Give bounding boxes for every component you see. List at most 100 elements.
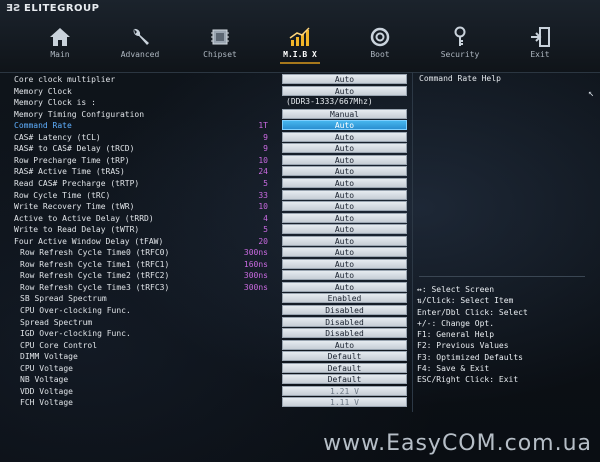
setting-value-box[interactable]: Auto	[282, 247, 407, 258]
setting-value-box[interactable]: Auto	[282, 189, 407, 200]
tab-boot[interactable]: Boot	[340, 22, 420, 66]
setting-label: Row Refresh Cycle Time0 (tRFC0)	[20, 248, 170, 258]
setting-value-box[interactable]: Auto	[282, 270, 407, 281]
setting-value-box[interactable]: Auto	[282, 120, 407, 131]
setting-value-box[interactable]: Enabled	[282, 293, 407, 304]
power-icon	[370, 27, 390, 47]
setting-current-value: 9	[263, 144, 268, 154]
key-hint: ESC/Right Click: Exit	[417, 375, 519, 385]
setting-value-box[interactable]: 1.11 V	[282, 397, 407, 408]
setting-value-box[interactable]: Auto	[282, 154, 407, 165]
setting-current-value: 300ns	[243, 271, 268, 281]
setting-value-box[interactable]: Auto	[282, 74, 407, 84]
setting-row[interactable]: Active to Active Delay (tRRD) 4 Auto	[10, 212, 408, 224]
setting-row[interactable]: Spread Spectrum Disabled	[10, 316, 408, 328]
setting-row[interactable]: FCH Voltage 1.11 V	[10, 397, 408, 408]
setting-label: Row Precharge Time (tRP)	[14, 155, 130, 165]
setting-value-box[interactable]: Default	[282, 374, 407, 385]
setting-row[interactable]: DIMM Voltage Default	[10, 351, 408, 362]
setting-label: Row Cycle Time (tRC)	[14, 190, 111, 200]
tab-security[interactable]: Security	[420, 22, 500, 66]
key-hint: F1: General Help	[417, 330, 495, 340]
setting-row[interactable]: IGD Over-clocking Func. Disabled	[10, 328, 408, 339]
setting-row[interactable]: Row Refresh Cycle Time0 (tRFC0) 300ns Auto	[10, 247, 408, 258]
tab-main[interactable]: Main	[20, 22, 100, 66]
setting-value-box[interactable]: Auto	[282, 339, 407, 350]
tab-bar: Main Advanced Chipset M.I.B X Boot Secur…	[20, 22, 580, 66]
setting-row[interactable]: Row Refresh Cycle Time2 (tRFC2) 300ns Auto	[10, 270, 408, 281]
setting-row[interactable]: Memory Clock Auto	[10, 85, 408, 97]
setting-value-box[interactable]: Manual	[282, 108, 407, 119]
watermark: www.EasyCOM.com.ua	[323, 431, 592, 456]
setting-value-box[interactable]: Auto	[282, 235, 407, 246]
setting-current-value: 10	[258, 155, 268, 165]
setting-label: RAS# to CAS# Delay (tRCD)	[14, 144, 135, 154]
setting-row[interactable]: CPU Voltage Default	[10, 362, 408, 374]
setting-row[interactable]: RAS# Active Time (tRAS) 24 Auto	[10, 166, 408, 177]
setting-row[interactable]: Row Precharge Time (tRP) 10 Auto	[10, 154, 408, 166]
setting-value-box[interactable]: Disabled	[282, 316, 407, 327]
brand-mark: ƎƧ	[6, 3, 22, 14]
setting-row[interactable]: Write to Read Delay (tWTR) 5 Auto	[10, 224, 408, 235]
setting-row[interactable]: CPU Core Control Auto	[10, 339, 408, 351]
key-legend: ↔: Select Screen ⇅/Click: Select Item Ente…	[417, 284, 591, 386]
tab-chipset[interactable]: Chipset	[180, 22, 260, 66]
setting-value-box[interactable]: Auto	[282, 131, 407, 142]
setting-row[interactable]: CAS# Latency (tCL) 9 Auto	[10, 131, 408, 143]
setting-current-value: 1T	[258, 121, 268, 131]
tab-label: Boot	[370, 50, 390, 59]
help-pane: Command Rate Help ↔: Select Screen ⇅/Clic…	[412, 72, 591, 412]
setting-label: Core clock multiplier	[14, 75, 116, 84]
setting-row[interactable]: Row Refresh Cycle Time3 (tRFC3) 300ns Auto	[10, 281, 408, 293]
key-hint: ⇅/Click: Select Item	[417, 296, 514, 306]
tab-label: Chipset	[203, 50, 237, 59]
setting-row[interactable]: Core clock multiplier Auto	[10, 74, 408, 85]
setting-row[interactable]: Read CAS# Precharge (tRTP) 5 Auto	[10, 177, 408, 189]
tab-label: Exit	[530, 50, 550, 59]
setting-value-box[interactable]: Auto	[282, 177, 407, 188]
setting-value-box[interactable]: Auto	[282, 212, 407, 223]
tab-advanced[interactable]: Advanced	[100, 22, 180, 66]
setting-current-value: 10	[258, 202, 268, 212]
setting-row[interactable]: Row Cycle Time (tRC) 33 Auto	[10, 189, 408, 201]
setting-value-box[interactable]: Auto	[282, 143, 407, 154]
setting-row[interactable]: Row Refresh Cycle Time1 (tRFC1) 160ns Auto	[10, 258, 408, 270]
tab-mib-x[interactable]: M.I.B X	[260, 22, 340, 66]
setting-row[interactable]: Write Recovery Time (tWR) 10 Auto	[10, 201, 408, 212]
setting-value-box[interactable]: 1.21 V	[282, 385, 407, 396]
setting-row[interactable]: Memory Timing Configuration Manual	[10, 108, 408, 120]
setting-row[interactable]: VDD Voltage 1.21 V	[10, 385, 408, 397]
setting-label: CAS# Latency (tCL)	[14, 132, 101, 142]
setting-value-box[interactable]: Auto	[282, 85, 407, 96]
tab-label: Security	[440, 50, 480, 59]
setting-row[interactable]: SB Spread Spectrum Enabled	[10, 293, 408, 304]
setting-row[interactable]: Command Rate 1T Auto	[10, 120, 408, 131]
setting-label: Row Refresh Cycle Time2 (tRFC2)	[20, 271, 170, 281]
tab-exit[interactable]: Exit	[500, 22, 580, 66]
setting-label: Row Refresh Cycle Time3 (tRFC3)	[20, 282, 170, 292]
setting-value-box[interactable]: Auto	[282, 281, 407, 292]
setting-label: DIMM Voltage	[20, 352, 78, 362]
setting-value-box[interactable]: Auto	[282, 201, 407, 212]
exit-icon	[531, 27, 550, 47]
setting-value-box[interactable]: Auto	[282, 224, 407, 235]
setting-current-value: 9	[263, 132, 268, 142]
setting-value-box[interactable]: Disabled	[282, 328, 407, 339]
key-hint: Enter/Dbl Click: Select	[417, 307, 528, 317]
scroll-cursor-icon: ↖	[588, 88, 595, 99]
setting-label: Memory Clock	[14, 86, 72, 96]
setting-value-box[interactable]: Default	[282, 351, 407, 362]
setting-label: RAS# Active Time (tRAS)	[14, 167, 125, 177]
setting-label: FCH Voltage	[20, 398, 73, 408]
setting-value-box[interactable]: Auto	[282, 258, 407, 269]
setting-value-box[interactable]: Default	[282, 362, 407, 373]
setting-value-box[interactable]: Auto	[282, 166, 407, 177]
chip-icon	[211, 29, 229, 45]
setting-row[interactable]: CPU Over-clocking Func. Disabled	[10, 305, 408, 316]
setting-value-box[interactable]: Disabled	[282, 305, 407, 315]
tab-label: Advanced	[120, 50, 160, 59]
setting-row[interactable]: NB Voltage Default	[10, 374, 408, 385]
setting-row[interactable]: Memory Clock is : (DDR3-1333/667Mhz)	[10, 97, 408, 108]
setting-row[interactable]: RAS# to CAS# Delay (tRCD) 9 Auto	[10, 143, 408, 154]
setting-row[interactable]: Four Active Window Delay (tFAW) 20 Auto	[10, 235, 408, 247]
